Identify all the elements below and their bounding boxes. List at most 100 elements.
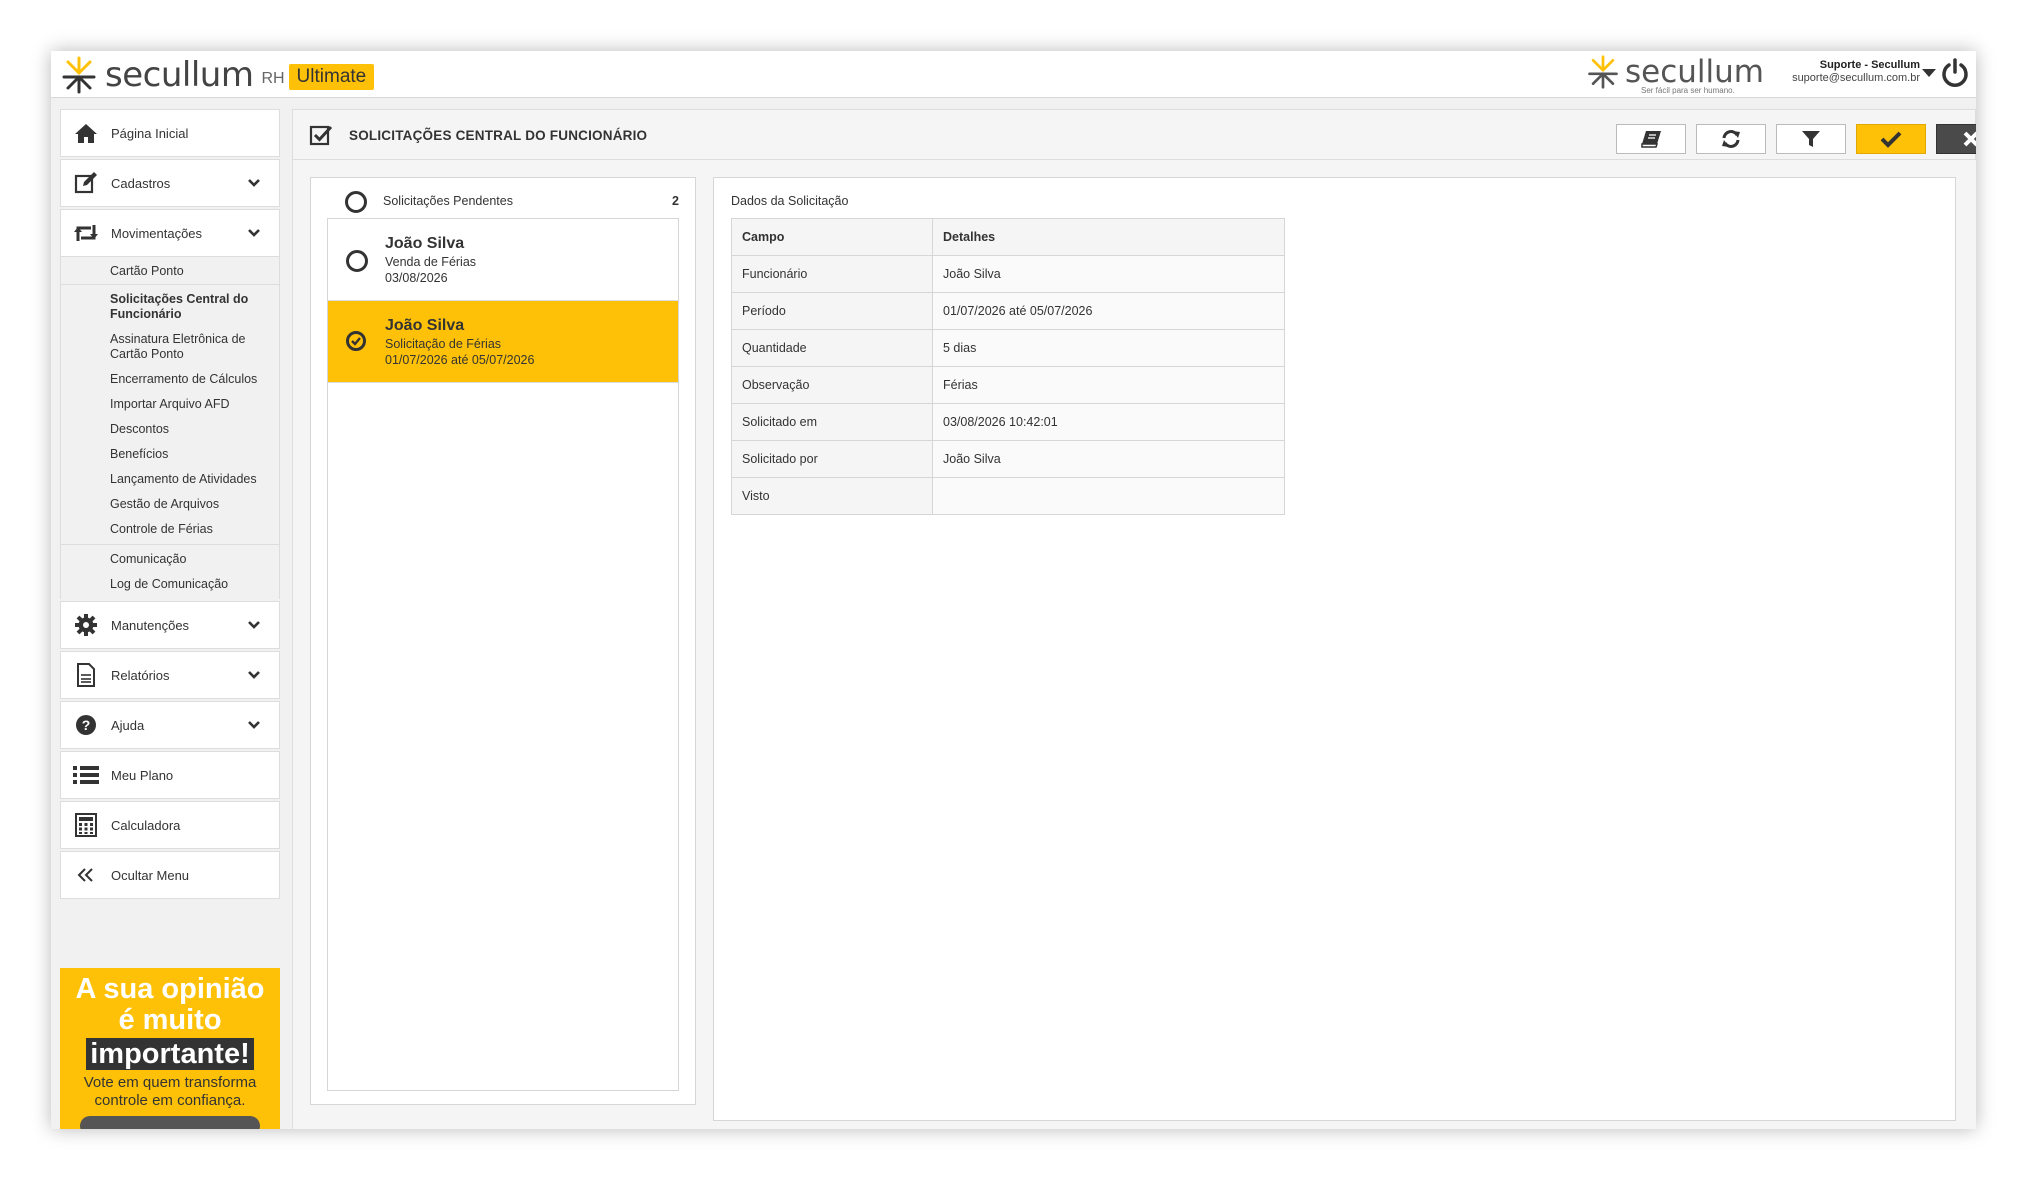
- user-name: Suporte - Secullum: [1819, 59, 1920, 71]
- request-employee: João Silva: [385, 317, 465, 334]
- user-menu[interactable]: Suporte - Secullum suporte@secullum.com.…: [1792, 59, 1920, 85]
- submenu-item-gestao-arquivos[interactable]: Gestão de Arquivos: [61, 492, 279, 517]
- movimentacoes-submenu: Cartão Ponto Solicitações Central do Fun…: [60, 257, 280, 599]
- sidebar-item-manutencoes[interactable]: Manutenções: [60, 601, 280, 649]
- radio-icon[interactable]: [345, 191, 367, 213]
- field-value: [932, 477, 1285, 515]
- sidebar-item-label: Manutenções: [111, 617, 190, 633]
- content-header: SOLICITAÇÕES CENTRAL DO FUNCIONÁRIO: [292, 109, 1976, 160]
- submenu-item-log-comunicacao[interactable]: Log de Comunicação: [61, 572, 279, 597]
- app-logo[interactable]: secullum RH Ultimate: [59, 55, 375, 95]
- chevron-down-icon: [248, 229, 260, 237]
- chevron-down-icon: [248, 721, 260, 729]
- sidebar-item-ajuda[interactable]: ? Ajuda: [60, 701, 280, 749]
- brand-name: secullum: [105, 55, 254, 95]
- field-name: Observação: [731, 366, 933, 404]
- radio-icon: [346, 250, 368, 272]
- submenu-item-descontos[interactable]: Descontos: [61, 417, 279, 442]
- refresh-icon: [1722, 130, 1740, 148]
- field-value: João Silva: [932, 255, 1285, 293]
- field-name: Período: [731, 292, 933, 330]
- submenu-item-controle-ferias[interactable]: Controle de Férias: [61, 517, 279, 542]
- promo-banner[interactable]: A sua opinião é muito importante! Vote e…: [60, 968, 280, 1129]
- sidebar-item-home[interactable]: Página Inicial: [60, 109, 280, 157]
- retweet-icon: [73, 220, 99, 246]
- submenu-item-importar-afd[interactable]: Importar Arquivo AFD: [61, 392, 279, 417]
- submenu-group: Comunicação Log de Comunicação: [61, 545, 279, 599]
- promo-line: Vote em quem transforma: [83, 1074, 257, 1091]
- manual-button[interactable]: [1616, 124, 1686, 154]
- request-detail: 01/07/2026 até 05/07/2026: [385, 353, 535, 367]
- pending-label: Solicitações Pendentes: [383, 194, 513, 208]
- table-header-row: Campo Detalhes: [731, 218, 1285, 256]
- field-value: 01/07/2026 até 05/07/2026: [932, 292, 1285, 330]
- caret-down-icon[interactable]: [1922, 69, 1936, 77]
- table-row: Quantidade 5 dias: [731, 329, 1285, 367]
- reject-button[interactable]: [1936, 124, 1976, 154]
- company-logo: secullum Ser fácil para ser humano.: [1585, 54, 1764, 95]
- pending-header[interactable]: Solicitações Pendentes 2: [311, 178, 695, 218]
- sidebar-item-label: Movimentações: [111, 225, 203, 241]
- chevron-down-icon: [248, 179, 260, 187]
- request-employee: João Silva: [385, 235, 465, 252]
- power-icon[interactable]: [1940, 57, 1970, 89]
- sidebar-item-movimentacoes[interactable]: Movimentações: [60, 209, 280, 257]
- product-name: RH: [261, 70, 285, 87]
- double-chevron-left-icon: [73, 862, 99, 888]
- refresh-button[interactable]: [1696, 124, 1766, 154]
- table-row: Observação Férias: [731, 366, 1285, 404]
- page-title: SOLICITAÇÕES CENTRAL DO FUNCIONÁRIO: [349, 128, 648, 143]
- pending-count: 2: [672, 194, 679, 208]
- submenu-item-solicitacoes[interactable]: Solicitações Central do Funcionário: [61, 287, 279, 327]
- svg-text:?: ?: [82, 717, 91, 733]
- sidebar-item-label: Relatórios: [111, 667, 170, 683]
- sidebar-item-relatorios[interactable]: Relatórios: [60, 651, 280, 699]
- list-item[interactable]: João Silva Solicitação de Férias 01/07/2…: [328, 301, 678, 383]
- field-value: Férias: [932, 366, 1285, 404]
- filter-button[interactable]: [1776, 124, 1846, 154]
- sidebar-item-label: Calculadora: [111, 817, 181, 833]
- column-header-field: Campo: [731, 218, 933, 256]
- sidebar-item-cadastros[interactable]: Cadastros: [60, 159, 280, 207]
- list-item[interactable]: João Silva Venda de Férias 03/08/2026: [328, 219, 678, 301]
- table-row: Solicitado por João Silva: [731, 440, 1285, 478]
- sidebar: Página Inicial Cadastros Movimentações C…: [60, 109, 280, 901]
- promo-highlight: importante!: [86, 1038, 254, 1070]
- list-icon: [73, 762, 99, 788]
- submenu-item-assinatura[interactable]: Assinatura Eletrônica de Cartão Ponto: [61, 327, 279, 367]
- secullum-logo-icon: [1588, 55, 1618, 89]
- table-row: Solicitado em 03/08/2026 10:42:01: [731, 403, 1285, 441]
- submenu-group: Solicitações Central do Funcionário Assi…: [61, 285, 279, 545]
- submenu-item-atividades[interactable]: Lançamento de Atividades: [61, 467, 279, 492]
- submenu-item-comunicacao[interactable]: Comunicação: [61, 547, 279, 572]
- pending-requests-panel: Solicitações Pendentes 2 João Silva Vend…: [310, 177, 696, 1105]
- sidebar-item-meu-plano[interactable]: Meu Plano: [60, 751, 280, 799]
- app-window: secullum RH Ultimate secullum Ser fácil …: [51, 51, 1976, 1129]
- top-bar: secullum RH Ultimate secullum Ser fácil …: [51, 51, 1976, 98]
- content-body: Solicitações Pendentes 2 João Silva Vend…: [292, 160, 1976, 1129]
- sidebar-item-calculadora[interactable]: Calculadora: [60, 801, 280, 849]
- promo-button[interactable]: [80, 1116, 260, 1129]
- submenu-item-cartao-ponto[interactable]: Cartão Ponto: [61, 259, 279, 284]
- field-name: Solicitado em: [731, 403, 933, 441]
- sidebar-item-ocultar-menu[interactable]: Ocultar Menu: [60, 851, 280, 899]
- help-icon: ?: [73, 712, 99, 738]
- table-row: Visto: [731, 477, 1285, 515]
- company-brand-name: secullum: [1625, 54, 1764, 90]
- document-icon: [73, 662, 99, 688]
- field-name: Visto: [731, 477, 933, 515]
- gear-icon: [73, 612, 99, 638]
- submenu-item-beneficios[interactable]: Benefícios: [61, 442, 279, 467]
- field-value: João Silva: [932, 440, 1285, 478]
- request-type: Venda de Férias: [385, 255, 477, 269]
- sidebar-item-label: Ajuda: [111, 717, 145, 733]
- edition-badge: Ultimate: [288, 64, 375, 90]
- request-detail: 03/08/2026: [385, 271, 448, 285]
- submenu-item-encerramento[interactable]: Encerramento de Cálculos: [61, 367, 279, 392]
- details-table: Campo Detalhes Funcionário João Silva Per…: [731, 218, 1285, 515]
- field-name: Funcionário: [731, 255, 933, 293]
- request-type: Solicitação de Férias: [385, 337, 502, 351]
- filter-icon: [1802, 131, 1820, 147]
- approve-button[interactable]: [1856, 124, 1926, 154]
- check-icon: [1880, 131, 1902, 148]
